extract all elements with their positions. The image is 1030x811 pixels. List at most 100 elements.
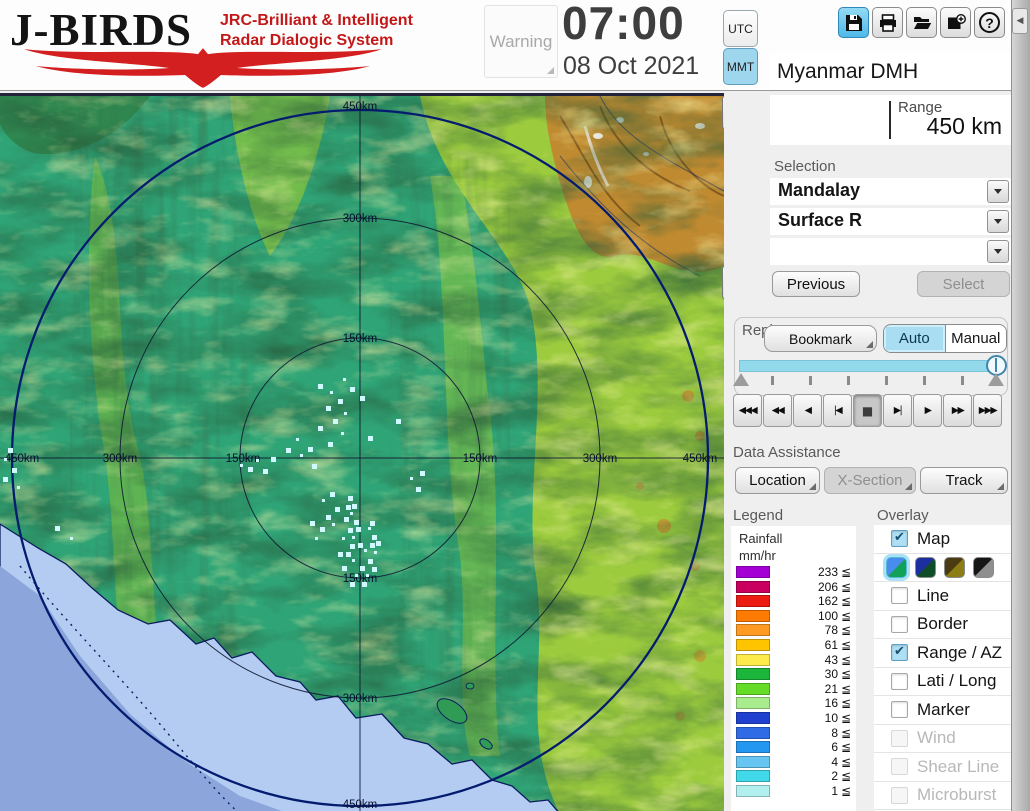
bookmark-button[interactable]: Bookmark <box>764 325 877 352</box>
terrain-map[interactable]: 450km 300km 150km 150km 300km 450km 450km 300km… <box>0 95 725 811</box>
legend-lte-symbol: ≦ <box>841 579 852 594</box>
legend-swatch <box>736 595 770 608</box>
select-label: Select <box>942 275 985 293</box>
legend-value: 16 <box>824 696 838 711</box>
map-style-swatch-1[interactable] <box>886 556 907 578</box>
legend-row: 61 ≦ <box>731 638 856 652</box>
print-icon <box>879 13 896 32</box>
map-style-row <box>874 554 1011 582</box>
map-style-swatch-2[interactable] <box>915 556 936 578</box>
utc-label: UTC <box>728 21 753 36</box>
panel-collapse-strip[interactable] <box>1011 0 1030 811</box>
radar-map[interactable]: 450km 300km 150km 150km 300km 450km 450km 300km… <box>0 93 725 811</box>
legend-row: 21 ≦ <box>731 682 856 696</box>
help-button[interactable]: ? <box>974 7 1005 38</box>
fastest-rewind-button[interactable]: ◀◀◀ <box>733 394 762 427</box>
legend-value: 6 <box>831 740 838 755</box>
overlay-checkbox-marker[interactable] <box>891 701 908 719</box>
overlay-checkbox-map[interactable]: ✔ <box>891 530 908 548</box>
rain-echo <box>308 447 313 452</box>
replay-timeline-track[interactable] <box>739 360 997 372</box>
panel-collapse-button[interactable]: ◀ <box>1012 8 1028 34</box>
product-dropdown[interactable]: Surface R <box>770 208 1011 235</box>
rain-echo <box>333 419 338 424</box>
overlay-checkbox-line[interactable] <box>891 587 908 605</box>
print-button[interactable] <box>872 7 903 38</box>
track-button[interactable]: Track <box>920 467 1008 494</box>
range-box: Range 450 km <box>770 95 1011 145</box>
legend-lte-symbol: ≦ <box>841 769 852 784</box>
timeline-end-marker[interactable] <box>988 373 1004 386</box>
legend-lte-symbol: ≦ <box>841 565 852 579</box>
previous-button[interactable]: Previous <box>772 271 860 297</box>
rain-echo <box>374 551 377 554</box>
overlay-checkbox-border[interactable] <box>891 615 908 633</box>
save-button[interactable] <box>838 7 869 38</box>
dropdown-arrow-icon[interactable] <box>987 210 1009 233</box>
stop-button[interactable]: ■ <box>853 394 882 427</box>
auto-mode-button[interactable]: Auto <box>884 325 946 352</box>
legend-row: 100 ≦ <box>731 609 856 623</box>
auto-label: Auto <box>898 330 930 347</box>
fastest-forward-button[interactable]: ▶▶▶ <box>973 394 1002 427</box>
overlay-checkbox-wind <box>891 729 908 747</box>
slider-tick <box>809 376 812 385</box>
rain-echo <box>332 523 335 526</box>
overlay-checkbox-range-az[interactable]: ✔ <box>891 644 908 662</box>
location-label: Location <box>749 472 806 489</box>
rain-echo <box>350 512 353 515</box>
rain-echo <box>420 471 425 476</box>
select-button: Select <box>917 271 1010 297</box>
legend-lte-symbol: ≦ <box>841 667 852 682</box>
fast-rewind-button[interactable]: ◀◀ <box>763 394 792 427</box>
fast-forward-button[interactable]: ▶▶ <box>943 394 972 427</box>
add-image-icon <box>947 13 966 29</box>
timezone-utc-button[interactable]: UTC <box>723 10 758 47</box>
rain-echo <box>346 552 351 557</box>
overlay-row-marker: Marker <box>874 696 1011 725</box>
station-dropdown[interactable]: Mandalay <box>770 178 1011 205</box>
dropdown-arrow-icon[interactable] <box>987 180 1009 203</box>
legend-value: 206 <box>817 579 838 594</box>
rain-echo <box>368 527 371 530</box>
timezone-mmt-button[interactable]: MMT <box>723 48 758 85</box>
overlay-checkbox-lati-long[interactable] <box>891 672 908 690</box>
playback-controls: ◀◀◀ ◀◀ ◀ |◀ ■ ▶| ▶ ▶▶ ▶▶▶ <box>733 394 1002 427</box>
overlay-row-range-az: ✔ Range / AZ <box>874 639 1011 668</box>
overlay-row-shear-line: Shear Line <box>874 753 1011 782</box>
legend-unit-line1: Rainfall <box>739 531 783 546</box>
legend-swatch <box>736 741 770 754</box>
location-button[interactable]: Location <box>735 467 820 494</box>
rain-echo <box>360 566 365 571</box>
range-value: 450 km <box>926 113 1002 139</box>
option-dropdown[interactable] <box>770 238 1011 265</box>
legend-swatch <box>736 784 770 797</box>
overlay-item-label-shear-line: Shear Line <box>917 756 1000 776</box>
rain-echo <box>362 582 367 587</box>
open-folder-icon <box>913 16 931 29</box>
manual-mode-button[interactable]: Manual <box>946 325 1007 352</box>
legend-rows: 233 ≦ 206 ≦ 162 ≦ 100 ≦ 78 ≦ 61 ≦ 43 ≦ 30 ≦ 21 ≦ 16 ≦ 10 ≦ 8 ≦ 6… <box>731 565 856 798</box>
add-image-button[interactable] <box>940 7 971 38</box>
warning-button[interactable]: Warning <box>484 5 558 78</box>
legend-value: 233 <box>817 565 838 579</box>
warning-label: Warning <box>489 31 553 51</box>
timeline-start-marker[interactable] <box>733 373 749 386</box>
step-back-button[interactable]: |◀ <box>823 394 852 427</box>
dropdown-arrow-icon[interactable] <box>987 240 1009 263</box>
legend-row: 43 ≦ <box>731 653 856 667</box>
rain-echo <box>350 387 355 392</box>
range-ring-label: 300km <box>583 453 618 465</box>
rain-echo <box>344 517 349 522</box>
rain-echo <box>330 492 335 497</box>
step-forward-button[interactable]: ▶| <box>883 394 912 427</box>
play-button[interactable]: ▶ <box>913 394 942 427</box>
play-reverse-button[interactable]: ◀ <box>793 394 822 427</box>
legend-swatch <box>736 653 770 666</box>
rain-echo <box>17 486 20 489</box>
map-style-swatch-4[interactable] <box>973 556 994 578</box>
rain-echo <box>341 432 344 435</box>
map-style-swatch-3[interactable] <box>944 556 965 578</box>
open-file-button[interactable] <box>906 7 937 38</box>
station-name: Myanmar DMH <box>770 53 1011 90</box>
